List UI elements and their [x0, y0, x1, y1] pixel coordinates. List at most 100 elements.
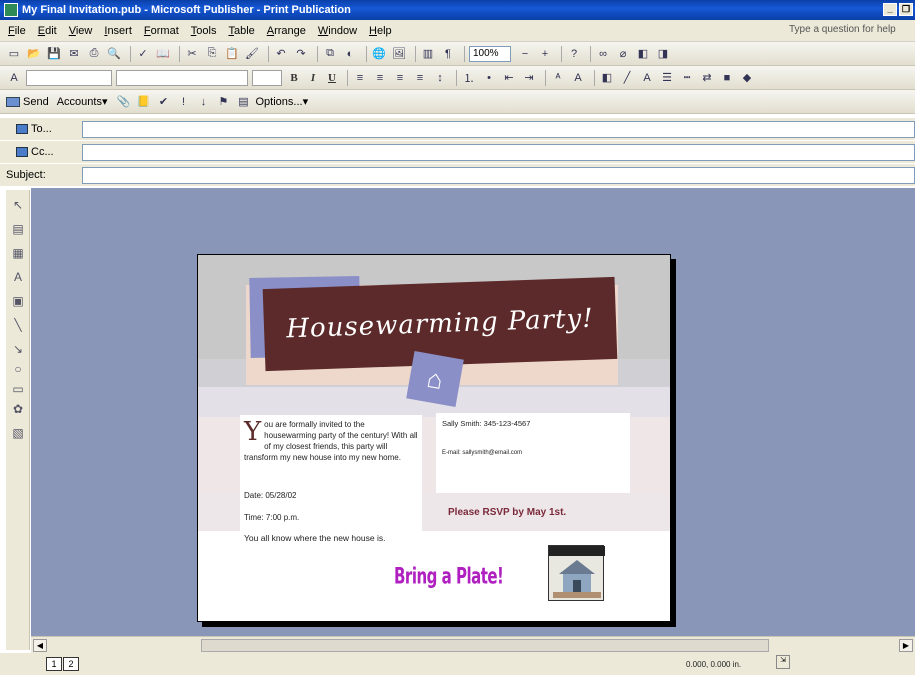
arrow-style-icon[interactable]: ⇄ [699, 70, 715, 86]
cut-icon[interactable]: ✂ [184, 46, 200, 62]
invitation-page[interactable]: Housewarming Party! ⌂ Y ou are formally … [197, 254, 671, 622]
contact-textbox[interactable]: Sally Smith: 345-123-4567 E-mail: sallys… [436, 413, 630, 493]
send-backward-icon[interactable]: ◐ [342, 46, 358, 62]
shadow-style-icon[interactable]: ■ [719, 70, 735, 86]
to-button[interactable]: To... [16, 123, 82, 135]
line-icon[interactable]: ╲ [10, 318, 26, 334]
autoshapes-icon[interactable]: ✿ [10, 402, 26, 418]
restore-button[interactable]: ❐ [899, 3, 913, 16]
align-right-icon[interactable]: ≡ [392, 70, 408, 86]
to-field[interactable] [82, 120, 915, 138]
format-painter-icon[interactable]: 🖌 [244, 46, 260, 62]
save-icon[interactable]: 💾 [46, 46, 62, 62]
insert-hyperlink-icon[interactable]: 🌐 [371, 46, 387, 62]
menu-table[interactable]: Table [228, 25, 254, 37]
undo-icon[interactable]: ↶ [273, 46, 289, 62]
print-icon[interactable]: ⎙ [86, 46, 102, 62]
menu-file[interactable]: File [8, 25, 26, 37]
wordart-icon[interactable]: A [10, 270, 26, 286]
zoom-out-icon[interactable]: − [517, 46, 533, 62]
line-color-icon[interactable]: ╱ [619, 70, 635, 86]
options-button[interactable]: Options... ▾ [255, 95, 308, 109]
dash-style-icon[interactable]: ┅ [679, 70, 695, 86]
special-characters-icon[interactable]: ¶ [440, 46, 456, 62]
menu-window[interactable]: Window [318, 25, 357, 37]
numbering-icon[interactable]: ⒈ [461, 70, 477, 86]
text-box-icon[interactable]: ▤ [10, 222, 26, 238]
font-size-select[interactable] [252, 69, 282, 86]
menu-format[interactable]: Format [144, 25, 179, 37]
oval-icon[interactable]: ○ [10, 362, 26, 378]
select-objects-icon[interactable]: ↖ [10, 198, 26, 214]
accounts-button[interactable]: Accounts ▾ [57, 95, 108, 109]
fill-color-icon[interactable]: ◧ [599, 70, 615, 86]
party-time[interactable]: Time: 7:00 p.m. [244, 513, 299, 522]
page-1-button[interactable]: 1 [46, 657, 62, 671]
paste-icon[interactable]: 📋 [224, 46, 240, 62]
increase-indent-icon[interactable]: ⇥ [521, 70, 537, 86]
research-icon[interactable]: 📖 [155, 46, 171, 62]
subject-field[interactable] [82, 166, 915, 184]
menu-help[interactable]: Help [369, 25, 392, 37]
decrease-indent-icon[interactable]: ⇤ [501, 70, 517, 86]
zoom-select[interactable]: 100% [469, 45, 511, 62]
style-select[interactable] [26, 69, 112, 86]
help-icon[interactable]: ? [566, 46, 582, 62]
menu-tools[interactable]: Tools [191, 25, 217, 37]
address-book-icon[interactable]: 📒 [135, 94, 151, 110]
attach-icon[interactable]: 📎 [115, 94, 131, 110]
bullets-icon[interactable]: • [481, 70, 497, 86]
page-2-button[interactable]: 2 [63, 657, 79, 671]
bring-a-plate-wordart[interactable]: Bring a Plate! [394, 563, 504, 590]
mail-icon[interactable]: ✉ [66, 46, 82, 62]
align-left-icon[interactable]: ≡ [352, 70, 368, 86]
email-options-icon[interactable]: ▤ [235, 94, 251, 110]
publication-workspace[interactable]: Housewarming Party! ⌂ Y ou are formally … [31, 188, 915, 636]
minimize-button[interactable]: _ [883, 3, 897, 16]
check-names-icon[interactable]: ✔ [155, 94, 171, 110]
importance-low-icon[interactable]: ↓ [195, 94, 211, 110]
menu-view[interactable]: View [69, 25, 93, 37]
spelling-icon[interactable]: ✓ [135, 46, 151, 62]
follow-up-flag-icon[interactable]: ⚑ [215, 94, 231, 110]
importance-high-icon[interactable]: ! [175, 94, 191, 110]
publisher-app-icon[interactable] [4, 3, 18, 17]
3d-style-icon[interactable]: ◆ [739, 70, 755, 86]
rectangle-icon[interactable]: ▭ [10, 382, 26, 398]
cc-field[interactable] [82, 143, 915, 161]
arrow-icon[interactable]: ↘ [10, 342, 26, 358]
scroll-thumb[interactable] [201, 639, 769, 652]
rsvp-text[interactable]: Please RSVP by May 1st. [448, 507, 566, 518]
horizontal-scrollbar[interactable]: ◀ ▶ [31, 636, 915, 653]
design-gallery-icon[interactable]: ▧ [10, 426, 26, 442]
previous-text-box-icon[interactable]: ◧ [635, 46, 651, 62]
increase-font-size-icon[interactable]: A [570, 70, 586, 86]
bold-button[interactable]: B [286, 72, 302, 84]
insert-picture-icon[interactable]: 🖼 [391, 46, 407, 62]
copy-icon[interactable]: ⎘ [204, 46, 220, 62]
zoom-in-icon[interactable]: + [537, 46, 553, 62]
house-clipart-icon[interactable]: ⌂ [406, 351, 464, 407]
location-text[interactable]: You all know where the new house is. [244, 533, 385, 543]
open-icon[interactable]: 📂 [26, 46, 42, 62]
align-center-icon[interactable]: ≡ [372, 70, 388, 86]
link-text-box-icon[interactable]: ∞ [595, 46, 611, 62]
scroll-left-icon[interactable]: ◀ [33, 639, 47, 652]
print-preview-icon[interactable]: 🔍 [106, 46, 122, 62]
insert-table-icon[interactable]: ▦ [10, 246, 26, 262]
justify-icon[interactable]: ≡ [412, 70, 428, 86]
cc-button[interactable]: Cc... [16, 146, 82, 158]
next-text-box-icon[interactable]: ◨ [655, 46, 671, 62]
menu-edit[interactable]: Edit [38, 25, 57, 37]
send-button[interactable]: Send [6, 96, 49, 108]
unlink-text-box-icon[interactable]: ⌀ [615, 46, 631, 62]
columns-icon[interactable]: ▥ [420, 46, 436, 62]
italic-button[interactable]: I [305, 72, 321, 84]
decrease-font-size-icon[interactable]: ᴬ [550, 70, 566, 86]
house-picture[interactable] [548, 545, 605, 601]
party-date[interactable]: Date: 05/28/02 [244, 491, 296, 500]
redo-icon[interactable]: ↷ [293, 46, 309, 62]
bring-forward-icon[interactable]: ⧉ [322, 46, 338, 62]
font-color-icon[interactable]: A [639, 70, 655, 86]
help-question-box[interactable]: Type a question for help [789, 24, 907, 38]
